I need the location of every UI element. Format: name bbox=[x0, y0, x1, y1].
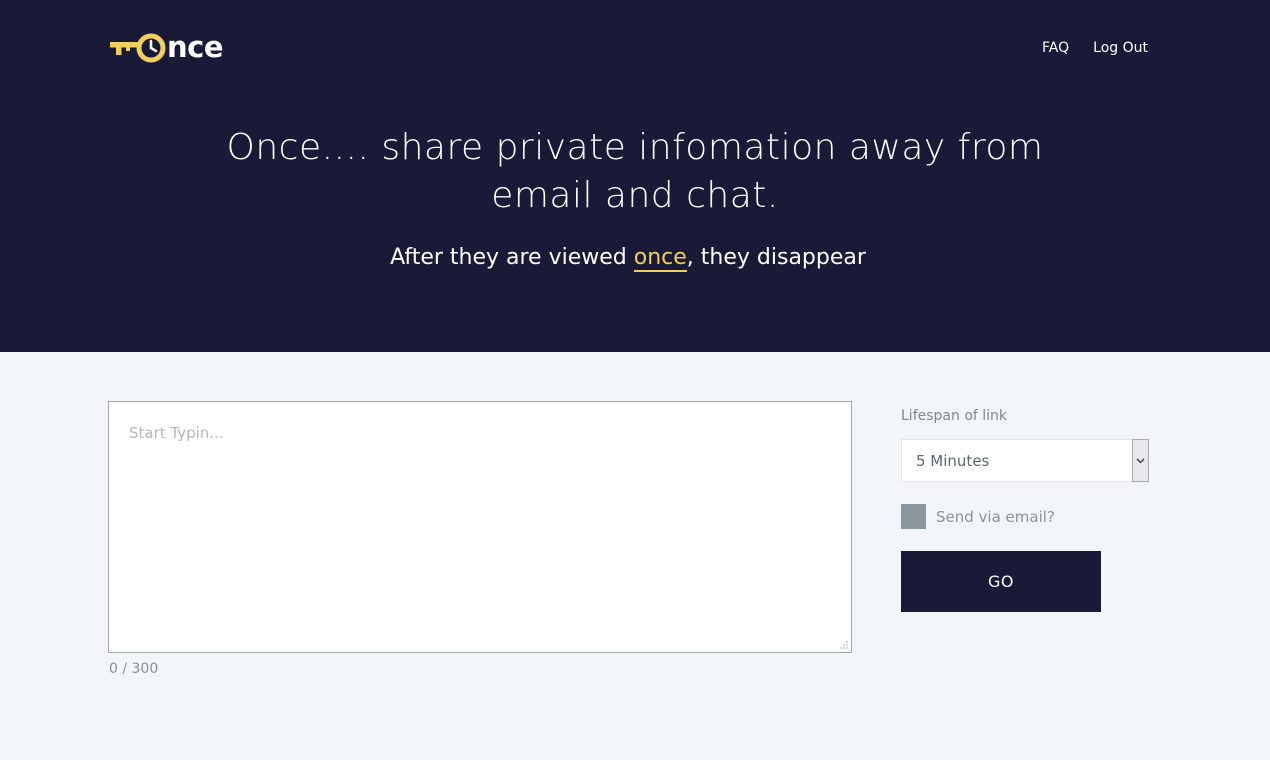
key-clock-icon bbox=[110, 33, 166, 63]
headline-line-2: email and chat. bbox=[491, 175, 779, 216]
secret-textarea-container bbox=[108, 401, 852, 653]
lifespan-selected-value: 5 Minutes bbox=[916, 451, 990, 470]
hero-banner: nce FAQ Log Out Once.... share private i… bbox=[0, 0, 1270, 352]
character-counter: 0 / 300 bbox=[109, 661, 159, 677]
secret-textarea[interactable] bbox=[109, 402, 851, 652]
lifespan-label: Lifespan of link bbox=[901, 408, 1008, 424]
send-email-checkbox[interactable] bbox=[901, 504, 926, 529]
tagline-before: After they are viewed bbox=[390, 245, 634, 270]
logout-link[interactable]: Log Out bbox=[1093, 40, 1148, 56]
chevron-down-icon bbox=[1136, 458, 1145, 463]
send-email-label[interactable]: Send via email? bbox=[936, 508, 1055, 526]
go-button[interactable]: GO bbox=[901, 551, 1101, 612]
logo-wordmark: nce bbox=[167, 30, 224, 64]
send-email-option[interactable]: Send via email? bbox=[901, 504, 1055, 529]
headline: Once.... share private infomation away f… bbox=[0, 124, 1270, 220]
lifespan-select[interactable]: 5 Minutes bbox=[901, 439, 1149, 482]
tagline-after: , they disappear bbox=[686, 245, 866, 270]
select-arrow-button[interactable] bbox=[1132, 439, 1149, 482]
tagline-highlight: once bbox=[633, 245, 687, 272]
resize-grip-icon[interactable] bbox=[840, 641, 848, 649]
logo[interactable]: nce bbox=[110, 30, 224, 64]
faq-link[interactable]: FAQ bbox=[1042, 40, 1069, 56]
top-nav: FAQ Log Out bbox=[1042, 40, 1148, 56]
headline-line-1: Once.... share private infomation away f… bbox=[226, 127, 1044, 168]
tagline: After they are viewed once, they disappe… bbox=[0, 242, 1256, 274]
